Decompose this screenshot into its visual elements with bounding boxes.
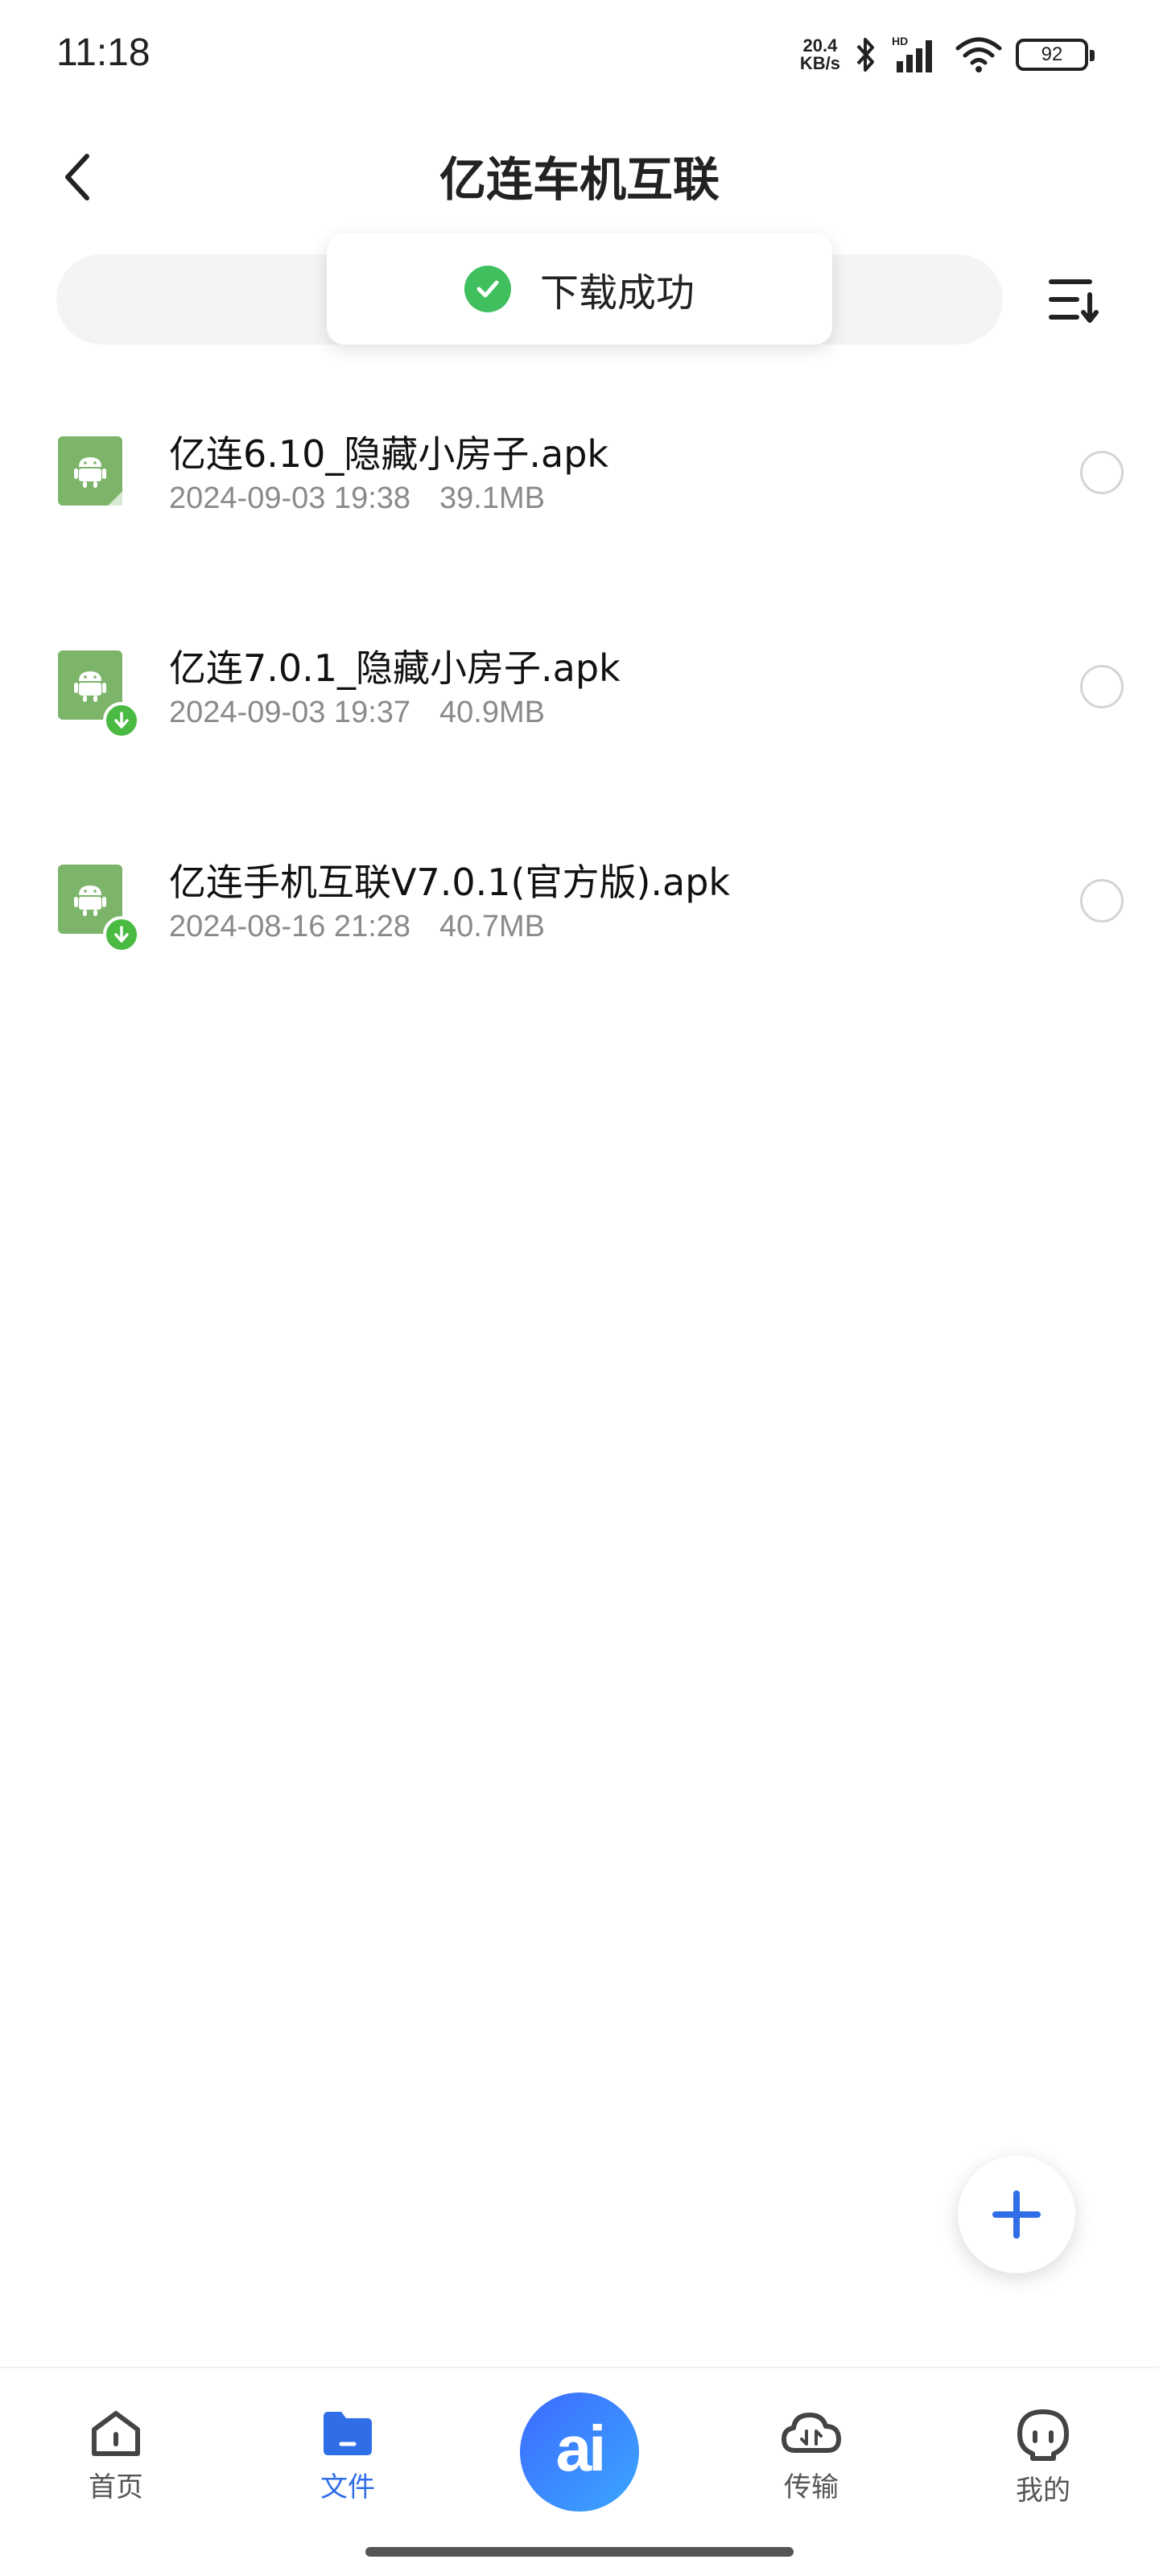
- battery-level: 92: [1041, 43, 1063, 65]
- android-icon: [74, 457, 106, 488]
- nav-label-transfer: 传输: [784, 2471, 839, 2504]
- download-arrow-icon: [103, 916, 140, 953]
- folder-icon: [324, 2412, 372, 2455]
- android-icon: [74, 886, 106, 916]
- file-date: 2024-09-03 19:37: [169, 696, 411, 729]
- list-item[interactable]: 亿连6.10_隐藏小房子.apk 2024-09-03 19:38 39.1MB: [0, 394, 1159, 609]
- cloud-transfer-icon: [782, 2413, 841, 2453]
- file-meta: 2024-09-03 19:38 39.1MB: [169, 481, 545, 516]
- file-size: 40.9MB: [439, 696, 545, 729]
- list-item[interactable]: 亿连手机互联V7.0.1(官方版).apk 2024-08-16 21:28 40…: [0, 823, 1159, 1037]
- add-button[interactable]: [958, 2156, 1075, 2273]
- select-radio[interactable]: [1080, 451, 1124, 494]
- download-success-toast: 下载成功: [327, 233, 832, 345]
- file-date: 2024-09-03 19:38: [169, 481, 411, 515]
- file-meta: 2024-08-16 21:28 40.7MB: [169, 910, 545, 944]
- file-name: 亿连手机互联V7.0.1(官方版).apk: [169, 861, 731, 904]
- file-list: 亿连6.10_隐藏小房子.apk 2024-09-03 19:38 39.1MB: [0, 394, 1159, 1037]
- bottom-nav: 首页 文件 ai 传输 我的: [0, 2367, 1159, 2576]
- nav-item-home[interactable]: 首页: [52, 2409, 180, 2504]
- status-time: 11:18: [56, 31, 151, 74]
- status-bar: 11:18 20.4 KB/s HD 92: [0, 0, 1159, 105]
- file-meta: 2024-09-03 19:37 40.9MB: [169, 696, 545, 730]
- home-icon: [92, 2411, 140, 2456]
- profile-icon: [1017, 2409, 1069, 2461]
- ai-label: ai: [555, 2413, 607, 2484]
- file-name: 亿连6.10_隐藏小房子.apk: [169, 432, 609, 476]
- bluetooth-icon: [856, 38, 874, 72]
- nav-item-files[interactable]: 文件: [283, 2409, 412, 2504]
- wifi-icon: [955, 37, 1002, 72]
- check-circle-icon: [464, 266, 511, 312]
- nav-item-transfer[interactable]: 传输: [747, 2409, 876, 2504]
- select-radio[interactable]: [1080, 665, 1124, 708]
- nav-label-files: 文件: [320, 2471, 375, 2504]
- sort-button[interactable]: [1038, 266, 1111, 333]
- android-icon: [74, 671, 106, 702]
- network-speed-value: 20.4: [802, 35, 838, 56]
- apk-file-icon: [58, 865, 140, 953]
- nav-item-me[interactable]: 我的: [979, 2409, 1107, 2508]
- page-fold: [108, 491, 122, 506]
- file-size: 39.1MB: [439, 481, 545, 515]
- network-speed-unit: KB/s: [799, 53, 840, 73]
- plus-icon: [992, 2190, 1041, 2239]
- file-date: 2024-08-16 21:28: [169, 910, 411, 943]
- battery-icon: 92: [1016, 39, 1095, 71]
- apk-file-icon: [58, 436, 122, 506]
- hd-signal-icon: HD: [892, 35, 932, 72]
- sort-icon: [1049, 279, 1099, 323]
- nav-label-home: 首页: [89, 2471, 143, 2504]
- toast-text: 下载成功: [539, 270, 695, 316]
- select-radio[interactable]: [1080, 879, 1124, 923]
- file-name: 亿连7.0.1_隐藏小房子.apk: [169, 646, 621, 690]
- nav-label-me: 我的: [1016, 2475, 1070, 2507]
- page-title: 亿连车机互联: [439, 152, 720, 207]
- download-arrow-icon: [103, 702, 140, 739]
- apk-file-icon: [58, 650, 140, 739]
- network-speed: 20.4 KB/s: [800, 37, 840, 72]
- home-indicator[interactable]: [365, 2547, 794, 2557]
- svg-text:HD: HD: [892, 35, 908, 47]
- file-size: 40.7MB: [439, 910, 545, 943]
- ai-button[interactable]: ai: [520, 2392, 639, 2512]
- status-icons: 20.4 KB/s HD 92: [800, 32, 1095, 77]
- list-item[interactable]: 亿连7.0.1_隐藏小房子.apk 2024-09-03 19:37 40.9MB: [0, 609, 1159, 823]
